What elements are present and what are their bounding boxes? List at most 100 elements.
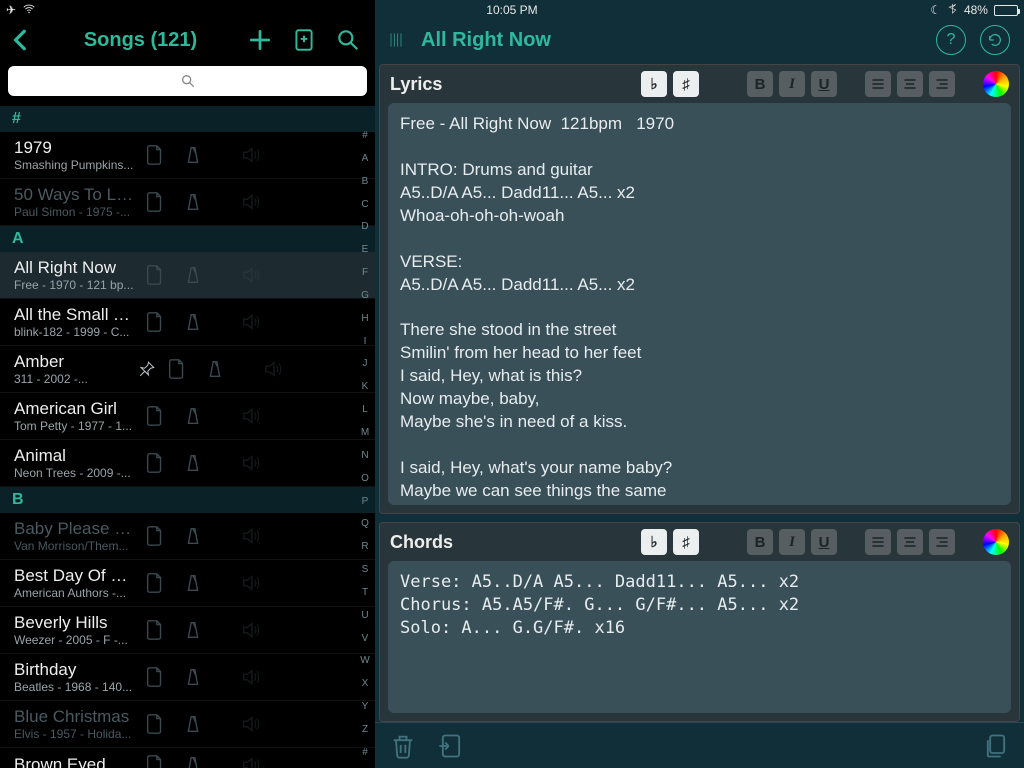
index-letter[interactable]: #: [362, 130, 368, 141]
search-button[interactable]: [335, 27, 361, 53]
chords-align-right-button[interactable]: [929, 529, 955, 555]
add-song-button[interactable]: [247, 27, 273, 53]
metronome-icon: [182, 666, 204, 688]
index-letter[interactable]: L: [362, 404, 368, 415]
help-button[interactable]: ?: [936, 25, 966, 55]
index-letter[interactable]: B: [362, 176, 369, 187]
song-row[interactable]: Blue ChristmasElvis - 1957 - Holida...: [0, 701, 375, 748]
song-row[interactable]: American GirlTom Petty - 1977 - 1...: [0, 393, 375, 440]
index-letter[interactable]: M: [361, 427, 369, 438]
index-letter[interactable]: U: [361, 610, 368, 621]
song-scroll-area[interactable]: #1979Smashing Pumpkins...50 Ways To Le..…: [0, 106, 375, 768]
index-letter[interactable]: V: [362, 633, 369, 644]
document-icon: [144, 754, 166, 768]
chords-underline-button[interactable]: U: [811, 529, 837, 555]
transpose-sharp-button[interactable]: ♯: [673, 71, 699, 97]
song-row[interactable]: Baby Please D...Van Morrison/Them...: [0, 513, 375, 560]
chords-text[interactable]: Verse: A5..D/A A5... Dadd11... A5... x2 …: [388, 561, 1011, 713]
metronome-icon: [182, 144, 204, 166]
speaker-icon: [240, 191, 262, 213]
document-icon: [144, 311, 166, 333]
clock: 10:05 PM: [343, 3, 680, 17]
index-letter[interactable]: K: [362, 381, 369, 392]
index-letter[interactable]: Z: [362, 724, 368, 735]
song-row[interactable]: All Right NowFree - 1970 - 121 bp...: [0, 252, 375, 299]
song-row[interactable]: 1979Smashing Pumpkins...: [0, 132, 375, 179]
song-row[interactable]: All the Small T...blink-182 - 1999 - C..…: [0, 299, 375, 346]
chords-bold-button[interactable]: B: [747, 529, 773, 555]
battery-percent: 48%: [964, 3, 988, 17]
transpose-flat-button[interactable]: ♭: [641, 71, 667, 97]
index-letter[interactable]: Y: [362, 701, 369, 712]
index-letter[interactable]: W: [360, 655, 369, 666]
index-letter[interactable]: P: [362, 496, 369, 507]
index-letter[interactable]: D: [361, 221, 368, 232]
airplane-mode-icon: ✈: [6, 3, 16, 17]
section-header: B: [0, 487, 375, 513]
alphabet-index[interactable]: # A B CD E F G H IJ K L M N O PQ R S T U VW X Y Z #: [357, 130, 373, 758]
metronome-icon: [182, 311, 204, 333]
back-button[interactable]: [8, 27, 34, 53]
import-button[interactable]: [437, 732, 465, 760]
index-letter[interactable]: J: [363, 358, 368, 369]
index-letter[interactable]: #: [362, 747, 368, 758]
speaker-icon: [240, 144, 262, 166]
metronome-icon: [182, 572, 204, 594]
underline-button[interactable]: U: [811, 71, 837, 97]
document-icon: [144, 452, 166, 474]
lyrics-text[interactable]: Free - All Right Now 121bpm 1970 INTRO: …: [388, 103, 1011, 505]
speaker-icon: [240, 311, 262, 333]
document-icon: [144, 264, 166, 286]
metronome-icon: [204, 358, 226, 380]
index-letter[interactable]: R: [361, 541, 368, 552]
italic-button[interactable]: I: [779, 71, 805, 97]
song-row-subtitle: Neon Trees - 2009 -...: [14, 466, 134, 480]
duplicate-button[interactable]: [982, 732, 1010, 760]
index-letter[interactable]: G: [361, 290, 369, 301]
text-color-button[interactable]: [983, 71, 1009, 97]
metronome-icon: [182, 191, 204, 213]
index-letter[interactable]: E: [362, 244, 369, 255]
index-letter[interactable]: X: [362, 678, 369, 689]
song-row[interactable]: Amber311 - 2002 -...: [0, 346, 375, 393]
chords-transpose-sharp-button[interactable]: ♯: [673, 529, 699, 555]
chords-align-center-button[interactable]: [897, 529, 923, 555]
bold-button[interactable]: B: [747, 71, 773, 97]
index-letter[interactable]: I: [364, 336, 367, 347]
document-icon: [144, 191, 166, 213]
song-row[interactable]: Best Day Of M...American Authors -...: [0, 560, 375, 607]
align-right-button[interactable]: [929, 71, 955, 97]
speaker-icon: [240, 405, 262, 427]
document-icon: [166, 358, 188, 380]
align-center-button[interactable]: [897, 71, 923, 97]
index-letter[interactable]: Q: [361, 518, 369, 529]
song-row-subtitle: Weezer - 2005 - F -...: [14, 633, 134, 647]
refresh-button[interactable]: [980, 25, 1010, 55]
song-row-subtitle: Van Morrison/Them...: [14, 539, 134, 553]
index-letter[interactable]: H: [361, 313, 368, 324]
chords-text-color-button[interactable]: [983, 529, 1009, 555]
align-left-button[interactable]: [865, 71, 891, 97]
chords-panel: Chords ♭ ♯ B I U: [379, 522, 1020, 722]
document-icon: [144, 525, 166, 547]
song-row[interactable]: AnimalNeon Trees - 2009 -...: [0, 440, 375, 487]
chords-transpose-flat-button[interactable]: ♭: [641, 529, 667, 555]
index-letter[interactable]: N: [361, 450, 368, 461]
song-row[interactable]: BirthdayBeatles - 1968 - 140...: [0, 654, 375, 701]
trash-button[interactable]: [389, 732, 417, 760]
song-row[interactable]: Beverly HillsWeezer - 2005 - F -...: [0, 607, 375, 654]
chords-italic-button[interactable]: I: [779, 529, 805, 555]
index-letter[interactable]: T: [362, 587, 368, 598]
index-letter[interactable]: O: [361, 473, 369, 484]
split-handle-icon[interactable]: [385, 30, 407, 50]
index-letter[interactable]: S: [362, 564, 369, 575]
index-letter[interactable]: A: [362, 153, 369, 164]
speaker-icon: [240, 452, 262, 474]
index-letter[interactable]: F: [362, 267, 368, 278]
search-input[interactable]: [8, 66, 367, 96]
song-row[interactable]: 50 Ways To Le...Paul Simon - 1975 -...: [0, 179, 375, 226]
new-document-button[interactable]: [291, 27, 317, 53]
chords-align-left-button[interactable]: [865, 529, 891, 555]
index-letter[interactable]: C: [361, 199, 368, 210]
song-row[interactable]: Brown Eyed Girl: [0, 748, 375, 768]
